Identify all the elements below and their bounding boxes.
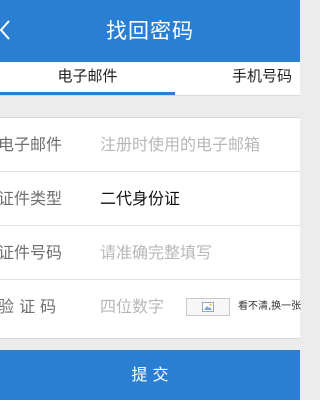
email-label: 电子邮件	[0, 135, 63, 154]
captcha-image[interactable]	[186, 298, 230, 316]
tab-bar: 电子邮件 手机号码	[0, 62, 300, 96]
id-type-label: 证件类型	[0, 189, 63, 208]
broken-image-icon	[202, 302, 214, 312]
refresh-captcha-link[interactable]: 看不清,换一张	[238, 280, 301, 334]
spacer-bottom	[0, 339, 300, 350]
tab-email[interactable]: 电子邮件	[0, 62, 175, 95]
spacer-top	[0, 96, 300, 117]
recovery-form: 电子邮件 注册时使用的电子邮箱 证件类型 二代身份证 证件号码 请准确完整填写 …	[0, 117, 301, 339]
email-row: 电子邮件 注册时使用的电子邮箱	[0, 118, 300, 172]
tab-phone[interactable]: 手机号码	[232, 62, 320, 95]
captcha-label: 验 证 码	[0, 297, 57, 316]
id-type-select[interactable]: 二代身份证	[100, 172, 180, 226]
email-field[interactable]: 注册时使用的电子邮箱	[100, 118, 260, 172]
submit-button[interactable]: 提 交	[0, 350, 300, 400]
id-number-row: 证件号码 请准确完整填写	[0, 226, 300, 280]
id-number-label: 证件号码	[0, 243, 63, 262]
top-bar: 找回密码	[0, 0, 300, 62]
captcha-row: 验 证 码 四位数字 看不清,换一张	[0, 280, 301, 334]
page-title: 找回密码	[106, 19, 194, 43]
id-type-row: 证件类型 二代身份证	[0, 172, 300, 226]
id-number-field[interactable]: 请准确完整填写	[100, 226, 212, 280]
captcha-field[interactable]: 四位数字	[100, 280, 164, 334]
